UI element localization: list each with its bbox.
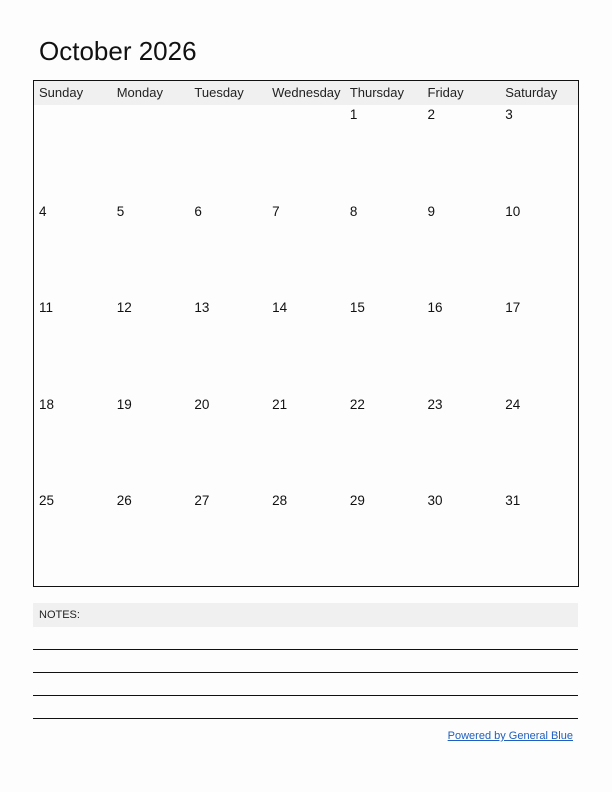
day-cell: 30 bbox=[427, 493, 443, 508]
note-line bbox=[33, 672, 578, 673]
weekday-header-row: Sunday Monday Tuesday Wednesday Thursday… bbox=[34, 81, 578, 105]
day-cell: 29 bbox=[349, 493, 365, 508]
day-cell: 26 bbox=[116, 493, 132, 508]
notes-header: NOTES: bbox=[33, 603, 578, 627]
day-cell: 16 bbox=[427, 300, 443, 315]
day-cell: 31 bbox=[505, 493, 521, 508]
weeks-container: 1 2 3 4 5 6 7 8 9 10 11 12 13 14 15 16 1… bbox=[34, 105, 578, 586]
day-cell: 6 bbox=[194, 203, 202, 219]
day-cell: 19 bbox=[116, 396, 132, 412]
day-cell: 3 bbox=[505, 107, 513, 122]
day-cell: 9 bbox=[427, 203, 436, 219]
note-line bbox=[33, 649, 578, 650]
powered-by-link[interactable]: Powered by General Blue bbox=[448, 729, 573, 743]
note-line bbox=[33, 695, 578, 696]
day-cell: 14 bbox=[272, 300, 288, 315]
day-cell: 25 bbox=[39, 493, 55, 508]
day-cell: 1 bbox=[349, 107, 358, 122]
day-cell bbox=[34, 105, 112, 202]
day-cell: 13 bbox=[194, 300, 210, 315]
week-row: 1 2 3 bbox=[34, 105, 578, 202]
day-cell: 7 bbox=[272, 203, 280, 219]
day-cell: 12 bbox=[116, 300, 132, 315]
notes-label: NOTES: bbox=[39, 609, 80, 621]
week-row: 18 19 20 21 22 23 24 bbox=[34, 395, 578, 492]
weekday-saturday: Saturday bbox=[505, 85, 558, 100]
week-row: 25 26 27 28 29 30 31 bbox=[34, 491, 578, 588]
weekday-monday: Monday bbox=[116, 85, 163, 100]
day-cell: 27 bbox=[194, 493, 210, 508]
day-cell: 11 bbox=[39, 300, 54, 315]
day-cell: 21 bbox=[272, 396, 288, 412]
day-cell bbox=[267, 105, 345, 202]
weekday-sunday: Sunday bbox=[39, 85, 84, 100]
day-cell: 10 bbox=[505, 203, 521, 219]
day-cell: 23 bbox=[427, 396, 443, 412]
day-cell: 24 bbox=[505, 396, 521, 412]
day-cell: 15 bbox=[349, 300, 365, 315]
day-cell bbox=[189, 105, 267, 202]
note-line bbox=[33, 718, 578, 719]
week-row: 11 12 13 14 15 16 17 bbox=[34, 298, 578, 395]
weekday-friday: Friday bbox=[427, 85, 464, 100]
page-title: October 2026 bbox=[39, 36, 197, 66]
weekday-wednesday: Wednesday bbox=[272, 85, 341, 100]
day-cell: 22 bbox=[349, 396, 365, 412]
day-cell: 28 bbox=[272, 493, 288, 508]
day-cell: 17 bbox=[505, 300, 521, 315]
day-cell: 20 bbox=[194, 396, 210, 412]
day-cell: 8 bbox=[349, 203, 358, 219]
week-row: 4 5 6 7 8 9 10 bbox=[34, 202, 578, 299]
day-cell bbox=[112, 105, 190, 202]
calendar-grid: Sunday Monday Tuesday Wednesday Thursday… bbox=[33, 80, 579, 587]
weekday-tuesday: Tuesday bbox=[194, 85, 244, 100]
day-cell: 2 bbox=[427, 107, 436, 122]
day-cell: 18 bbox=[39, 396, 55, 412]
day-cell: 5 bbox=[116, 203, 125, 219]
weekday-thursday: Thursday bbox=[349, 85, 405, 100]
day-cell: 4 bbox=[39, 203, 47, 219]
